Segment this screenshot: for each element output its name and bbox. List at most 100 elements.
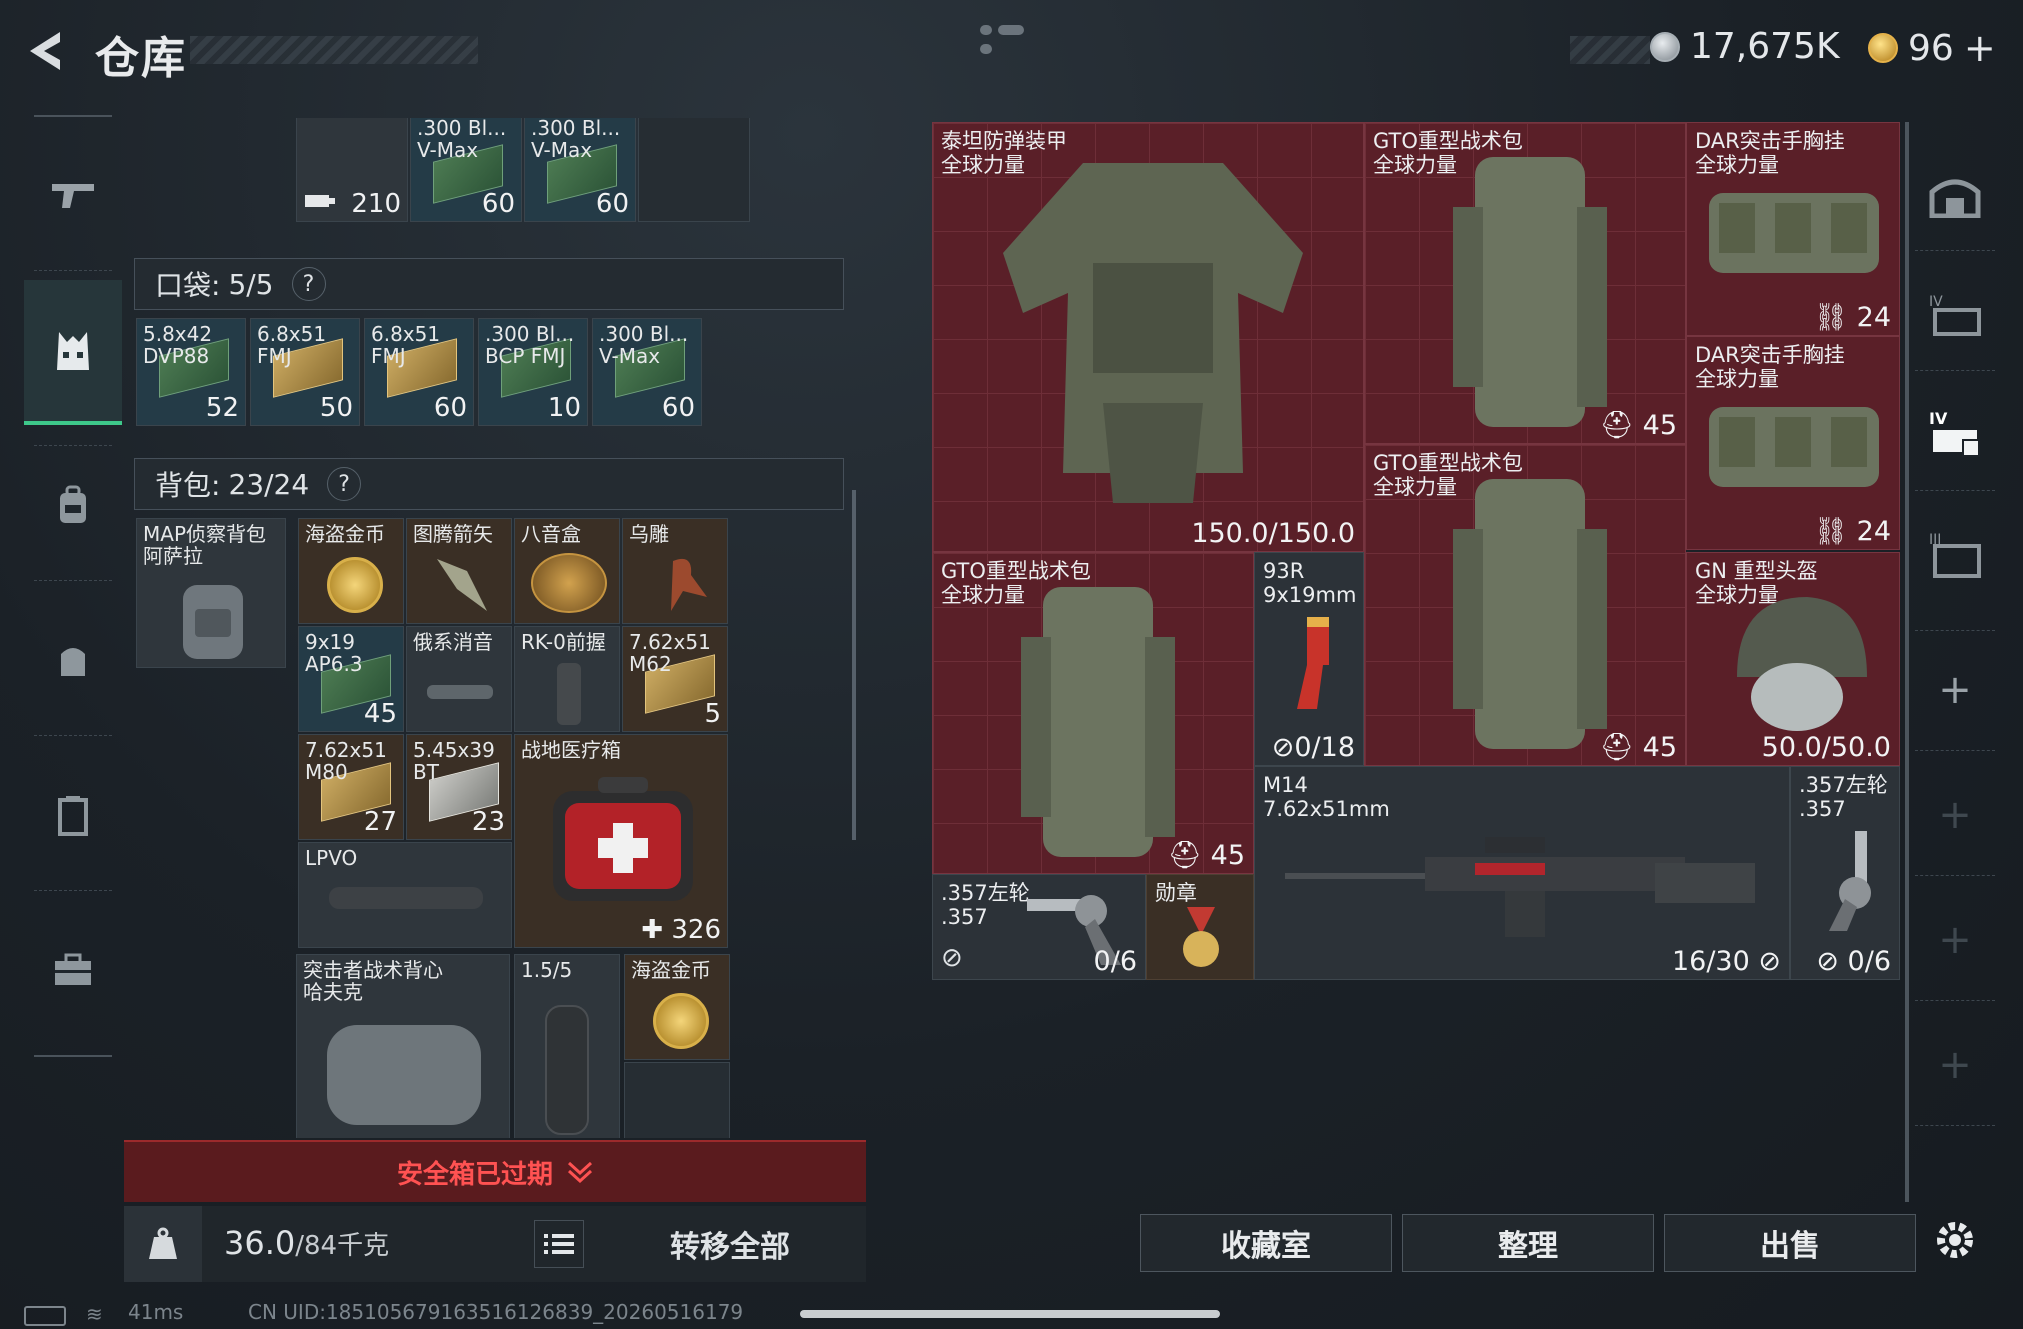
item-count: 0/6: [1093, 946, 1137, 977]
storage-item[interactable]: 93R 9x19mm ⊘0/18: [1254, 552, 1364, 766]
backpack-icon: [60, 485, 86, 523]
tab-storage-3[interactable]: III: [1915, 500, 1995, 610]
back-button[interactable]: [22, 28, 72, 74]
backpack-item[interactable]: 7.62x51 M80 27: [298, 734, 404, 840]
pocket-help-button[interactable]: ?: [291, 267, 326, 301]
helmet-icon: [1737, 597, 1867, 731]
item-label: LPVO: [305, 846, 358, 870]
storage-item[interactable]: GTO重型战术包 全球力量 ⛑ 45: [932, 552, 1254, 874]
storage-item[interactable]: 勋章: [1146, 874, 1254, 980]
pistol-icon: [1297, 617, 1329, 709]
backpack-item[interactable]: 7.62x51 M62 5: [622, 626, 728, 732]
rifle-icon: [1285, 837, 1755, 937]
nav-bag[interactable]: [24, 600, 122, 720]
storage-item[interactable]: GTO重型战术包 全球力量 ⛑ 45: [1364, 444, 1686, 766]
vest-icon: [57, 331, 89, 370]
item-count-value: 24: [1856, 302, 1891, 333]
backpack-item[interactable]: 突击者战术背心 哈夫克: [296, 954, 510, 1138]
pocket-item[interactable]: .300 Bl... V-Max 60: [592, 318, 702, 426]
collection-room-button[interactable]: 收藏室: [1140, 1214, 1392, 1272]
chevron-left-icon: [30, 32, 60, 70]
item-label: .357左轮 .357: [941, 881, 1030, 929]
empty-slot[interactable]: [638, 118, 750, 222]
nav-equipment[interactable]: [24, 280, 122, 425]
storage-panel: 泰坦防弹装甲 全球力量 150.0/150.0 GTO重型战术包 全球力量 ⛑ …: [932, 122, 1900, 980]
storage-item[interactable]: M14 7.62x51mm 16/30 ⊘: [1254, 766, 1790, 980]
backpack-item[interactable]: LPVO: [298, 842, 512, 948]
backpack-header: 背包: 23/24 ?: [134, 458, 844, 510]
add-tab-button[interactable]: +: [1915, 885, 1995, 995]
sort-button[interactable]: 整理: [1402, 1214, 1654, 1272]
backpack-item[interactable]: 八音盒: [514, 518, 620, 624]
storage-item[interactable]: DAR突击手胸挂 全球力量 ⛓ 24: [1686, 336, 1900, 550]
backpack-item[interactable]: 1.5/5: [514, 954, 620, 1138]
item-slot[interactable]: .300 Bl... V-Max 60: [524, 118, 636, 222]
left-scrollbar[interactable]: [852, 490, 856, 840]
storage-item[interactable]: GTO重型战术包 全球力量 ⛑ 45: [1364, 122, 1686, 444]
storage-item[interactable]: GN 重型头盔 全球力量 50.0/50.0: [1686, 552, 1900, 766]
nav-weapons[interactable]: [24, 135, 122, 255]
backpack-item[interactable]: 5.45x39 BT 23: [406, 734, 512, 840]
storage-item[interactable]: .357左轮 .357 ⊘ 0/6: [932, 874, 1146, 980]
nav-case[interactable]: [24, 755, 122, 875]
item-count: 5: [704, 699, 721, 729]
backpack-label: 背包:: [155, 469, 221, 502]
backpack-item[interactable]: 图腾箭矢: [406, 518, 512, 624]
magazine-icon: [305, 195, 335, 207]
empty-slot[interactable]: [624, 1062, 730, 1138]
backpack-equipped-slot[interactable]: MAP侦察背包 阿萨拉: [136, 518, 286, 668]
item-slot[interactable]: 210: [296, 118, 408, 222]
medkit-icon: [553, 777, 693, 901]
backpack-item[interactable]: 海盗金币: [298, 518, 404, 624]
tab-storage-4a[interactable]: IV: [1915, 260, 1995, 370]
home-indicator[interactable]: [800, 1310, 1220, 1318]
backpack-help-button[interactable]: ?: [327, 467, 362, 501]
tab-storage-home[interactable]: [1915, 140, 1995, 250]
safe-box-expired-banner[interactable]: 安全箱已过期: [124, 1140, 866, 1202]
backpack-item[interactable]: 俄系消音: [406, 626, 512, 732]
add-tab-button[interactable]: +: [1915, 760, 1995, 870]
drag-handle[interactable]: [980, 20, 1040, 54]
weight-value: 36.0: [224, 1224, 296, 1262]
item-label: .300 Bl... V-Max: [599, 322, 689, 368]
list-view-button[interactable]: [534, 1220, 584, 1268]
pocket-item[interactable]: 6.8x51 FMJ 60: [364, 318, 474, 426]
nav-backpack[interactable]: [24, 445, 122, 565]
item-count: ⛑ 45: [1167, 840, 1245, 871]
item-count: 52: [205, 393, 239, 423]
storage-item[interactable]: 泰坦防弹装甲 全球力量 150.0/150.0: [932, 122, 1364, 552]
item-label: 7.62x51 M80: [305, 738, 387, 784]
backpack-item[interactable]: RK-0前握: [514, 626, 620, 732]
item-count: ⛓ 24: [1813, 516, 1891, 547]
backpack-item[interactable]: 乌雕: [622, 518, 728, 624]
pocket-item[interactable]: 5.8x42 DVP88 52: [136, 318, 246, 426]
storage-item[interactable]: .357左轮 .357 ⊘ 0/6: [1790, 766, 1900, 980]
storage-scrollbar[interactable]: [1905, 122, 1909, 1202]
item-count-value: 0/6: [1847, 946, 1891, 977]
item-slot[interactable]: .300 Bl... V-Max 60: [410, 118, 522, 222]
settings-button[interactable]: [1915, 1195, 1995, 1285]
item-label: MAP侦察背包 阿萨拉: [143, 522, 266, 568]
backpack-item[interactable]: 海盗金币: [624, 954, 730, 1060]
storage-item[interactable]: DAR突击手胸挂 全球力量 ⛓ 24: [1686, 122, 1900, 336]
item-count: 45: [363, 699, 397, 729]
backpack-item[interactable]: 9x19 AP6.3 45: [298, 626, 404, 732]
player-inventory-panel: 210 .300 Bl... V-Max 60 .300 Bl... V-Max…: [124, 118, 866, 1138]
sell-button[interactable]: 出售: [1664, 1214, 1916, 1272]
currency-gold-value: 96: [1908, 27, 1954, 69]
add-tab-button[interactable]: +: [1915, 1010, 1995, 1120]
item-count: ⛑ 45: [1599, 410, 1677, 441]
page-title: 仓库: [95, 33, 187, 84]
item-count-value: 45: [1642, 732, 1677, 763]
add-currency-button[interactable]: +: [1964, 26, 1996, 70]
revolver-icon: [1829, 831, 1871, 931]
tab-storage-4b[interactable]: IV: [1915, 380, 1995, 490]
backpack-item[interactable]: 战地医疗箱 ✚ 326: [514, 734, 728, 948]
add-tab-button[interactable]: +: [1915, 635, 1995, 745]
item-label: 6.8x51 FMJ: [257, 322, 327, 368]
item-count-value: 45: [1210, 840, 1245, 871]
pocket-item[interactable]: .300 Bl... BCP FMJ 10: [478, 318, 588, 426]
pocket-item[interactable]: 6.8x51 FMJ 50: [250, 318, 360, 426]
transfer-all-button[interactable]: 转移全部: [594, 1206, 866, 1282]
nav-toolbox[interactable]: [24, 910, 122, 1030]
